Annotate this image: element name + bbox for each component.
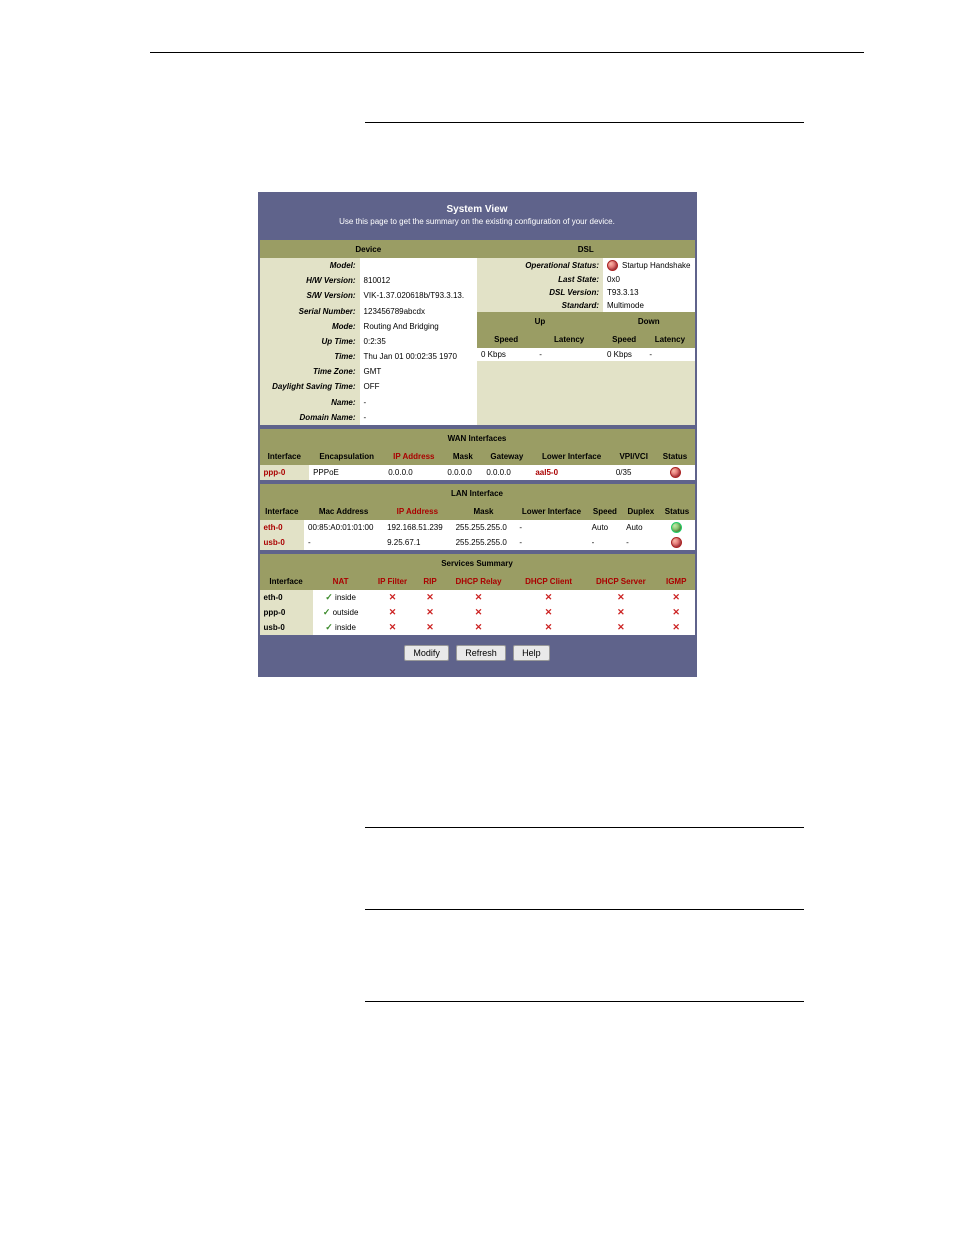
wan-interface-link[interactable]: ppp-0 <box>260 465 310 480</box>
cross-icon: ✕ <box>448 622 509 633</box>
device-head: Device <box>260 240 478 258</box>
opstatus-value: Startup Handshake <box>622 261 691 270</box>
mode-label: Mode: <box>260 319 360 334</box>
lan-iface-usb0-link[interactable]: usb-0 <box>260 535 305 550</box>
cross-icon: ✕ <box>373 592 413 603</box>
latency-down-head: Latency <box>645 330 694 348</box>
lan-iface-eth0-link[interactable]: eth-0 <box>260 520 305 535</box>
sw-value: VIK-1.37.020618b/T93.3.13. <box>360 288 477 303</box>
svc-ipfilter-link[interactable]: IP Filter <box>369 572 417 590</box>
hw-label: H/W Version: <box>260 273 360 288</box>
cross-icon: ✕ <box>517 607 580 618</box>
name-label: Name: <box>260 395 360 410</box>
latency-down-value: - <box>645 348 694 361</box>
status-led-icon <box>607 260 618 271</box>
lan-usb0-led-icon <box>671 537 682 548</box>
refresh-button[interactable]: Refresh <box>456 645 506 661</box>
services-table: Services Summary Interface NAT IP Filter… <box>260 554 695 635</box>
serial-value: 123456789abcdx <box>360 304 477 319</box>
svc-nat-link[interactable]: NAT <box>313 572 369 590</box>
cross-icon: ✕ <box>448 592 509 603</box>
ip-address-link-head[interactable]: IP Address <box>384 447 443 465</box>
svc-dhcpserver-link[interactable]: DHCP Server <box>584 572 658 590</box>
cross-icon: ✕ <box>420 592 439 603</box>
uptime-label: Up Time: <box>260 334 360 349</box>
time-label: Time: <box>260 349 360 364</box>
model-value <box>360 258 477 273</box>
speed-up-value: 0 Kbps <box>477 348 535 361</box>
modify-button[interactable]: Modify <box>404 645 449 661</box>
svc-dhcpclient-link[interactable]: DHCP Client <box>513 572 584 590</box>
up-head: Up <box>477 312 603 330</box>
tz-value: GMT <box>360 364 477 379</box>
wan-status-led-icon <box>670 467 681 478</box>
cross-icon: ✕ <box>662 607 691 618</box>
cross-icon: ✕ <box>588 622 654 633</box>
uptime-value: 0:2:35 <box>360 334 477 349</box>
standard-label: Standard: <box>477 299 603 312</box>
cross-icon: ✕ <box>517 622 580 633</box>
cross-icon: ✕ <box>448 607 509 618</box>
down-head: Down <box>603 312 695 330</box>
cross-icon: ✕ <box>373 607 413 618</box>
panel-title: System View <box>260 204 695 215</box>
lan-head: LAN Interface <box>260 484 695 502</box>
cross-icon: ✕ <box>420 622 439 633</box>
dslver-label: DSL Version: <box>477 286 603 299</box>
services-head: Services Summary <box>260 554 695 572</box>
cross-icon: ✕ <box>517 592 580 603</box>
cross-icon: ✕ <box>588 592 654 603</box>
check-icon: ✓ <box>325 622 333 632</box>
laststate-value: 0x0 <box>603 273 695 286</box>
speed-down-head: Speed <box>603 330 645 348</box>
laststate-label: Last State: <box>477 273 603 286</box>
dst-value: OFF <box>360 379 477 394</box>
speed-up-head: Speed <box>477 330 535 348</box>
mode-value: Routing And Bridging <box>360 319 477 334</box>
cross-icon: ✕ <box>420 607 439 618</box>
model-label: Model: <box>260 258 360 273</box>
dst-label: Daylight Saving Time: <box>260 379 360 394</box>
check-icon: ✓ <box>325 592 333 602</box>
cross-icon: ✕ <box>662 622 691 633</box>
cross-icon: ✕ <box>588 607 654 618</box>
latency-up-value: - <box>535 348 603 361</box>
cross-icon: ✕ <box>373 622 413 633</box>
device-table: Device Model: H/W Version:810012 S/W Ver… <box>260 240 478 425</box>
standard-value: Multimode <box>603 299 695 312</box>
wan-lower-link[interactable]: aal5-0 <box>531 465 611 480</box>
domain-value: - <box>360 410 477 425</box>
hw-value: 810012 <box>360 273 477 288</box>
dsl-table: DSL Operational Status: Startup Handshak… <box>477 240 695 425</box>
dslver-value: T93.3.13 <box>603 286 695 299</box>
latency-up-head: Latency <box>535 330 603 348</box>
name-value: - <box>360 395 477 410</box>
serial-label: Serial Number: <box>260 304 360 319</box>
svc-dhcprelay-link[interactable]: DHCP Relay <box>444 572 513 590</box>
panel-desc: Use this page to get the summary on the … <box>260 215 695 236</box>
speed-down-value: 0 Kbps <box>603 348 645 361</box>
wan-table: WAN Interfaces Interface Encapsulation I… <box>260 429 695 480</box>
lan-ip-link-head[interactable]: IP Address <box>383 502 452 520</box>
sw-label: S/W Version: <box>260 288 360 303</box>
wan-head: WAN Interfaces <box>260 429 695 447</box>
opstatus-label: Operational Status: <box>477 258 603 273</box>
time-value: Thu Jan 01 00:02:35 1970 <box>360 349 477 364</box>
tz-label: Time Zone: <box>260 364 360 379</box>
system-view-panel: System View Use this page to get the sum… <box>258 192 697 677</box>
check-icon: ✓ <box>323 607 331 617</box>
cross-icon: ✕ <box>662 592 691 603</box>
help-button[interactable]: Help <box>513 645 550 661</box>
lan-table: LAN Interface Interface Mac Address IP A… <box>260 484 695 550</box>
domain-label: Domain Name: <box>260 410 360 425</box>
lan-eth0-led-icon <box>671 522 682 533</box>
separator-5 <box>365 1001 804 1003</box>
svc-rip-link[interactable]: RIP <box>416 572 443 590</box>
dsl-head: DSL <box>477 240 695 258</box>
svc-igmp-link[interactable]: IGMP <box>658 572 695 590</box>
